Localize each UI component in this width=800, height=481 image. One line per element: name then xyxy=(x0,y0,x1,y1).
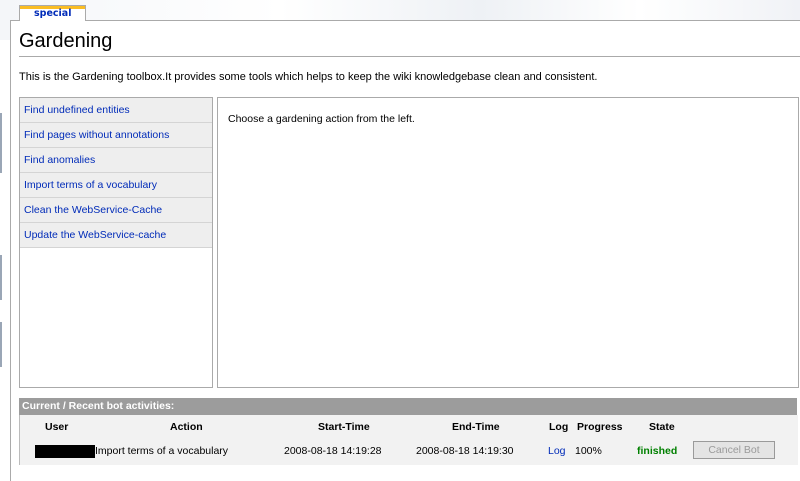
action-panel: Choose a gardening action from the left. xyxy=(217,97,799,388)
cancel-bot-button[interactable]: Cancel Bot xyxy=(693,441,775,459)
menu-item-find-anomalies[interactable]: Find anomalies xyxy=(20,148,212,173)
row-state: finished xyxy=(637,445,678,457)
title-divider xyxy=(19,56,800,57)
menu-item-update-webservice-cache[interactable]: Update the WebService-cache xyxy=(20,223,212,248)
column-header-state: State xyxy=(649,421,675,433)
row-start-time: 2008-08-18 14:19:28 xyxy=(284,445,382,457)
menu-item-clean-webservice-cache[interactable]: Clean the WebService-Cache xyxy=(20,198,212,223)
redacted-user xyxy=(35,445,95,458)
tab-special[interactable]: special xyxy=(19,5,87,21)
column-header-end-time: End-Time xyxy=(452,421,500,433)
left-edge-marker xyxy=(0,113,2,173)
column-header-start-time: Start-Time xyxy=(318,421,370,433)
left-edge-marker xyxy=(0,255,2,300)
column-header-log: Log xyxy=(549,421,569,433)
row-end-time: 2008-08-18 14:19:30 xyxy=(416,445,514,457)
row-log-link[interactable]: Log xyxy=(548,445,566,457)
menu-item-find-undefined-entities[interactable]: Find undefined entities xyxy=(20,98,212,123)
menu-item-import-terms[interactable]: Import terms of a vocabulary xyxy=(20,173,212,198)
column-header-progress: Progress xyxy=(577,421,623,433)
gardening-menu: Find undefined entities Find pages witho… xyxy=(19,97,213,388)
bot-activities-table: User Action Start-Time End-Time Log Prog… xyxy=(19,415,798,465)
menu-item-find-pages-without-annotations[interactable]: Find pages without annotations xyxy=(20,123,212,148)
row-action: Import terms of a vocabulary xyxy=(95,445,229,457)
row-progress: 100% xyxy=(575,445,602,457)
left-edge-marker xyxy=(0,322,2,367)
intro-text: This is the Gardening toolbox.It provide… xyxy=(19,71,598,83)
panel-message: Choose a gardening action from the left. xyxy=(228,113,415,125)
column-header-action: Action xyxy=(170,421,203,433)
bot-activities-header: Current / Recent bot activities: xyxy=(19,398,797,415)
column-header-user: User xyxy=(45,421,69,433)
page-title: Gardening xyxy=(19,30,113,52)
